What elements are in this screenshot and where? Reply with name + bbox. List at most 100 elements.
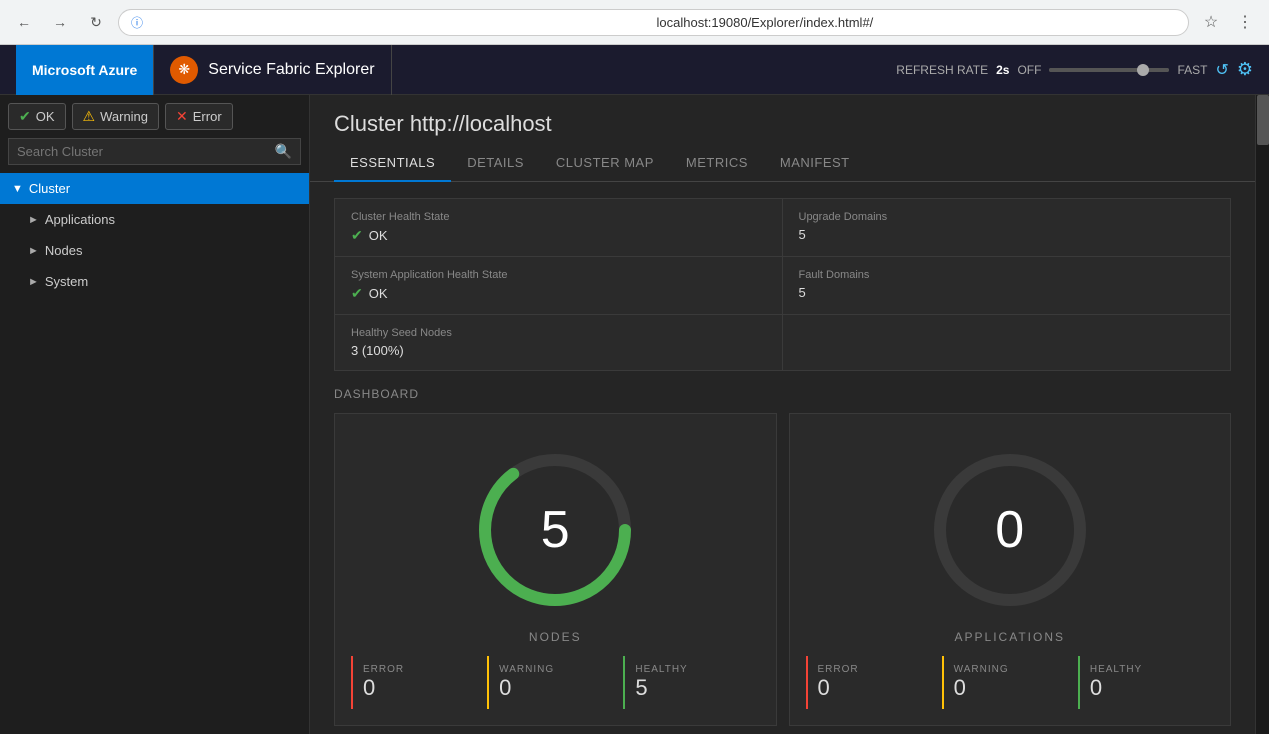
error-filter-button[interactable]: ✕ Error — [165, 103, 233, 130]
nodes-healthy-value: 5 — [635, 675, 749, 701]
essentials-panel: Cluster Health State ✔ OK Upgrade Domain… — [310, 182, 1255, 387]
menu-button[interactable]: ⋮ — [1231, 8, 1259, 36]
tab-essentials[interactable]: ESSENTIALS — [334, 145, 451, 182]
content-area: Cluster http://localhost ESSENTIALS DETA… — [310, 95, 1255, 734]
ok-filter-label: OK — [36, 109, 55, 124]
nodes-warning-label: WARNING — [499, 664, 613, 675]
empty-cell — [783, 315, 1231, 370]
warning-filter-button[interactable]: ⚠ Warning — [72, 103, 160, 130]
sidebar-system-label: System — [45, 274, 88, 289]
ok-filter-icon: ✔ — [19, 108, 31, 125]
sidebar-item-system[interactable]: ► System — [0, 266, 309, 297]
star-button[interactable]: ☆ — [1197, 8, 1225, 36]
ok-filter-button[interactable]: ✔ OK — [8, 103, 66, 130]
cluster-chevron-icon: ▼ — [12, 183, 23, 195]
app-title: Service Fabric Explorer — [208, 61, 374, 79]
nodes-error-stat: ERROR 0 — [351, 656, 487, 709]
apps-warning-value: 0 — [954, 675, 1068, 701]
cluster-health-ok-icon: ✔ — [351, 227, 363, 244]
nodes-gauge: 5 — [465, 440, 645, 620]
refresh-slider-track — [1049, 68, 1169, 72]
search-icon: 🔍 — [275, 143, 292, 160]
upgrade-domains-label: Upgrade Domains — [799, 211, 1215, 223]
refresh-toggle[interactable]: OFF — [1017, 63, 1041, 77]
apps-healthy-value: 0 — [1090, 675, 1204, 701]
forward-button[interactable]: → — [46, 8, 74, 36]
search-input[interactable] — [17, 144, 275, 159]
refresh-fast-label: FAST — [1177, 63, 1207, 77]
system-health-value: ✔ OK — [351, 285, 766, 302]
error-filter-icon: ✕ — [176, 108, 188, 125]
status-filters: ✔ OK ⚠ Warning ✕ Error — [0, 95, 309, 138]
apps-error-label: ERROR — [818, 664, 932, 675]
address-bar[interactable]: ⓘ localhost:19080/Explorer/index.html#/ — [118, 9, 1189, 36]
cluster-title-prefix: Cluster — [334, 111, 404, 136]
healthy-seed-value: 3 (100%) — [351, 343, 766, 358]
scrollbar-thumb[interactable] — [1257, 95, 1269, 145]
nodes-stats: ERROR 0 WARNING 0 HEALTHY 5 — [351, 656, 760, 709]
system-health-label: System Application Health State — [351, 269, 766, 281]
sidebar-applications-label: Applications — [45, 212, 115, 227]
fabric-icon: ❋ — [170, 56, 198, 84]
sidebar-item-cluster[interactable]: ▼ Cluster — [0, 173, 309, 204]
refresh-rate-value: 2s — [996, 63, 1009, 77]
warning-filter-icon: ⚠ — [83, 108, 96, 125]
apps-healthy-label: HEALTHY — [1090, 664, 1204, 675]
cluster-children: ► Applications ► Nodes ► System — [0, 204, 309, 297]
fault-domains-value: 5 — [799, 285, 1215, 300]
sidebar-nodes-label: Nodes — [45, 243, 83, 258]
nodes-chevron-icon: ► — [28, 245, 39, 257]
settings-icon[interactable]: ⚙ — [1237, 59, 1253, 80]
scrollbar[interactable] — [1255, 95, 1269, 734]
fault-domains-cell: Fault Domains 5 — [783, 257, 1231, 315]
refresh-rate-label: REFRESH RATE — [896, 63, 988, 77]
sidebar-cluster-label: Cluster — [29, 181, 70, 196]
healthy-seed-cell: Healthy Seed Nodes 3 (100%) — [335, 315, 783, 370]
nodes-warning-value: 0 — [499, 675, 613, 701]
cluster-title-url: http://localhost — [410, 111, 552, 136]
upgrade-domains-cell: Upgrade Domains 5 — [783, 199, 1231, 257]
sidebar-item-applications[interactable]: ► Applications — [0, 204, 309, 235]
applications-card: 0 APPLICATIONS ERROR 0 WARNING 0 — [789, 413, 1232, 726]
tab-cluster-map[interactable]: CLUSTER MAP — [540, 145, 670, 182]
dashboard-cards: 5 NODES ERROR 0 WARNING 0 — [334, 413, 1231, 726]
cluster-health-cell: Cluster Health State ✔ OK — [335, 199, 783, 257]
sidebar: ✔ OK ⚠ Warning ✕ Error 🔍 ▼ Cluster — [0, 95, 310, 734]
nodes-label: NODES — [529, 630, 582, 644]
nodes-warning-stat: WARNING 0 — [487, 656, 623, 709]
applications-stats: ERROR 0 WARNING 0 HEALTHY 0 — [806, 656, 1215, 709]
refresh-slider[interactable] — [1049, 68, 1169, 72]
tree-nav: ▼ Cluster ► Applications ► Nodes ► Syste… — [0, 173, 309, 734]
browser-actions: ☆ ⋮ — [1197, 8, 1259, 36]
healthy-seed-label: Healthy Seed Nodes — [351, 327, 766, 339]
back-button[interactable]: ← — [10, 8, 38, 36]
refresh-slider-thumb — [1137, 64, 1149, 76]
sidebar-item-nodes[interactable]: ► Nodes — [0, 235, 309, 266]
fault-domains-label: Fault Domains — [799, 269, 1215, 281]
fabric-icon-glyph: ❋ — [178, 61, 190, 78]
refresh-controls: REFRESH RATE 2s OFF FAST ↺ ⚙ — [896, 59, 1253, 80]
apps-warning-stat: WARNING 0 — [942, 656, 1078, 709]
applications-count: 0 — [995, 500, 1024, 560]
apps-warning-label: WARNING — [954, 664, 1068, 675]
cluster-title: Cluster http://localhost — [334, 111, 1231, 137]
address-url: localhost:19080/Explorer/index.html#/ — [657, 15, 1177, 30]
tab-manifest[interactable]: MANIFEST — [764, 145, 866, 182]
app-title-section: ❋ Service Fabric Explorer — [153, 45, 391, 95]
cluster-health-status: OK — [369, 228, 388, 243]
refresh-icon[interactable]: ↺ — [1215, 60, 1228, 80]
cluster-health-label: Cluster Health State — [351, 211, 766, 223]
upgrade-domains-value: 5 — [799, 227, 1215, 242]
cluster-header: Cluster http://localhost — [310, 95, 1255, 137]
tab-metrics[interactable]: METRICS — [670, 145, 764, 182]
error-filter-label: Error — [193, 109, 222, 124]
tab-details[interactable]: DETAILS — [451, 145, 540, 182]
dashboard-label: DASHBOARD — [334, 387, 1231, 401]
browser-toolbar: ← → ↻ ⓘ localhost:19080/Explorer/index.h… — [0, 0, 1269, 44]
app-header: Microsoft Azure ❋ Service Fabric Explore… — [0, 45, 1269, 95]
nodes-card: 5 NODES ERROR 0 WARNING 0 — [334, 413, 777, 726]
system-health-cell: System Application Health State ✔ OK — [335, 257, 783, 315]
cluster-health-value: ✔ OK — [351, 227, 766, 244]
refresh-button[interactable]: ↻ — [82, 8, 110, 36]
azure-brand-label: Microsoft Azure — [32, 62, 137, 78]
